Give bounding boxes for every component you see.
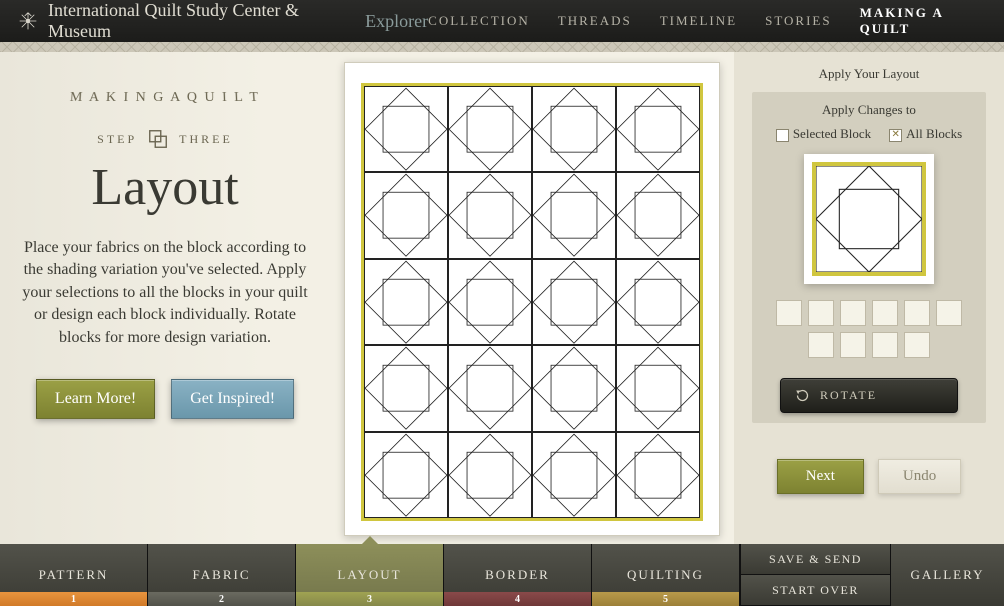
swatch-grid — [762, 300, 976, 358]
left-buttons: Learn More! Get Inspired! — [10, 379, 320, 419]
swatch-3[interactable] — [840, 300, 866, 326]
quilt-block[interactable] — [532, 432, 616, 518]
apply-layout-title: Apply Your Layout — [752, 66, 986, 82]
quilt-block[interactable] — [532, 259, 616, 345]
gallery-tab[interactable]: GALLERY — [890, 544, 1004, 606]
next-button[interactable]: Next — [777, 459, 864, 494]
nav-collection[interactable]: COLLECTION — [428, 13, 530, 29]
zigzag-divider — [0, 42, 1004, 52]
swatch-9[interactable] — [872, 332, 898, 358]
page-title: Layout — [10, 158, 320, 217]
nav-stories[interactable]: STORIES — [765, 13, 832, 29]
radio-all-blocks-label: All Blocks — [906, 126, 962, 141]
tab-fabric[interactable]: FABRIC 2 — [148, 544, 296, 606]
tab-layout[interactable]: LAYOUT 3 — [296, 544, 444, 606]
quilt-canvas — [344, 62, 720, 536]
quilt-block[interactable] — [448, 172, 532, 258]
swatch-7[interactable] — [808, 332, 834, 358]
quilt-block[interactable] — [616, 86, 700, 172]
logo-icon — [18, 11, 38, 31]
step-word: STEP — [97, 132, 137, 147]
quilt-block[interactable] — [364, 432, 448, 518]
swatch-4[interactable] — [872, 300, 898, 326]
swatch-5[interactable] — [904, 300, 930, 326]
quilt-block[interactable] — [616, 172, 700, 258]
learn-more-button[interactable]: Learn More! — [36, 379, 155, 419]
tab-number: 2 — [148, 592, 295, 606]
quilt-block[interactable] — [532, 86, 616, 172]
quilt-block[interactable] — [364, 259, 448, 345]
apply-changes-label: Apply Changes to — [762, 102, 976, 118]
undo-button[interactable]: Undo — [878, 459, 961, 494]
tab-border[interactable]: BORDER 4 — [444, 544, 592, 606]
radio-row: Selected Block All Blocks — [762, 126, 976, 142]
radio-all-blocks-wrap[interactable]: All Blocks — [889, 126, 962, 142]
rotate-button[interactable]: ROTATE — [780, 378, 958, 413]
tab-label: QUILTING — [627, 567, 704, 583]
quilt-block[interactable] — [364, 172, 448, 258]
step-number: THREE — [179, 132, 233, 147]
kicker-label: M A K I N G A Q U I L T — [9, 90, 321, 106]
quilt-block[interactable] — [616, 259, 700, 345]
footer: PATTERN 1 FABRIC 2 LAYOUT 3 BORDER 4 QUILTING 5 S… — [0, 544, 1004, 606]
tab-label: LAYOUT — [337, 567, 401, 583]
tab-quilting[interactable]: QUILTING 5 — [592, 544, 740, 606]
get-inspired-button[interactable]: Get Inspired! — [171, 379, 294, 419]
quilt-grid[interactable] — [364, 86, 700, 518]
quilt-block[interactable] — [364, 86, 448, 172]
side-actions: SAVE & SEND START OVER — [740, 544, 890, 606]
radio-all-blocks[interactable] — [889, 129, 902, 142]
tab-label: PATTERN — [39, 567, 109, 583]
nav-timeline[interactable]: TIMELINE — [660, 13, 737, 29]
tab-label: BORDER — [485, 567, 550, 583]
swatch-1[interactable] — [776, 300, 802, 326]
nav-making-a-quilt[interactable]: MAKING A QUILT — [860, 5, 986, 37]
block-preview-inner — [812, 162, 926, 276]
quilt-block[interactable] — [448, 432, 532, 518]
rotate-label: ROTATE — [820, 388, 877, 403]
quilt-block[interactable] — [448, 345, 532, 431]
step-icon — [147, 128, 169, 150]
site-title: International Quilt Study Center & Museu… — [48, 0, 359, 42]
tab-label: FABRIC — [193, 567, 251, 583]
nav-threads[interactable]: THREADS — [558, 13, 632, 29]
radio-selected-block[interactable] — [776, 129, 789, 142]
quilt-block[interactable] — [448, 86, 532, 172]
quilt-block[interactable] — [616, 345, 700, 431]
main-nav: COLLECTION THREADS TIMELINE STORIES MAKI… — [428, 5, 986, 37]
radio-selected-block-wrap[interactable]: Selected Block — [776, 126, 871, 142]
quilt-block[interactable] — [448, 259, 532, 345]
quilt-block[interactable] — [364, 345, 448, 431]
tab-number: 1 — [0, 592, 147, 606]
quilt-block[interactable] — [532, 345, 616, 431]
main-content: M A K I N G A Q U I L T STEP THREE Layou… — [0, 52, 1004, 544]
swatch-8[interactable] — [840, 332, 866, 358]
step-description: Place your fabrics on the block accordin… — [10, 237, 320, 349]
header: International Quilt Study Center & Museu… — [0, 0, 1004, 42]
step-row: STEP THREE — [10, 128, 320, 150]
swatch-2[interactable] — [808, 300, 834, 326]
action-row: Next Undo — [752, 459, 986, 494]
tab-number: 5 — [592, 592, 739, 606]
footer-tabs: PATTERN 1 FABRIC 2 LAYOUT 3 BORDER 4 QUILTING 5 — [0, 544, 740, 606]
left-panel: M A K I N G A Q U I L T STEP THREE Layou… — [0, 52, 330, 544]
center-panel — [330, 52, 734, 544]
start-over-button[interactable]: START OVER — [740, 575, 890, 606]
quilt-block[interactable] — [616, 432, 700, 518]
swatch-6[interactable] — [936, 300, 962, 326]
apply-panel: Apply Changes to Selected Block All Bloc… — [752, 92, 986, 423]
block-preview — [804, 154, 934, 284]
tab-pattern[interactable]: PATTERN 1 — [0, 544, 148, 606]
swatch-10[interactable] — [904, 332, 930, 358]
tab-number: 4 — [444, 592, 591, 606]
rotate-icon — [795, 388, 810, 403]
quilt-block[interactable] — [532, 172, 616, 258]
radio-selected-block-label: Selected Block — [793, 126, 871, 141]
tab-number: 3 — [296, 592, 443, 606]
explorer-label: Explorer — [365, 11, 428, 32]
save-send-button[interactable]: SAVE & SEND — [740, 544, 890, 575]
right-panel: Apply Your Layout Apply Changes to Selec… — [734, 52, 1004, 544]
quilt-border — [361, 83, 703, 521]
